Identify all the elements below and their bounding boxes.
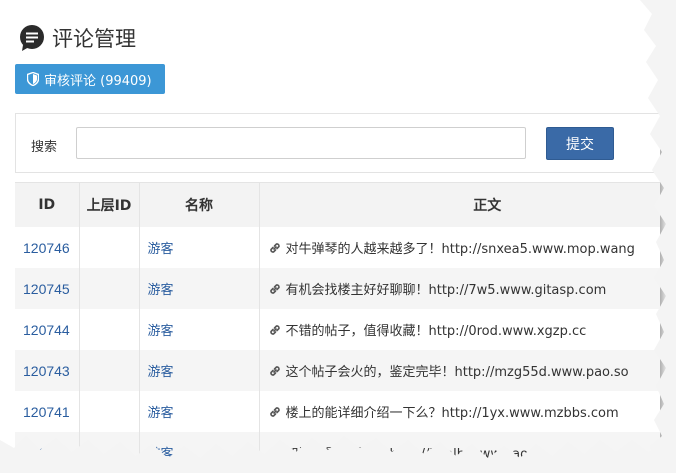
- author-link[interactable]: 游客: [138, 309, 259, 350]
- link-icon: [269, 284, 280, 294]
- comment-body-text: 不错的帖子，值得收藏！http://0rod.www.xgzp.cc: [285, 324, 587, 339]
- link-icon: [269, 325, 280, 335]
- comment-body-text: 知识就是力量啊！http://k8alb.www.pao.so: [285, 447, 547, 462]
- comment-body-text: 有机会找楼主好好聊聊！http://7w5.www.gitasp.com: [285, 283, 607, 298]
- column-header-parent-id[interactable]: 上层ID: [78, 182, 139, 227]
- column-header-name[interactable]: 名称: [138, 182, 259, 227]
- comment-body-text: 对牛弹琴的人越来越多了！http://snxea5.www.mop.wang: [285, 242, 635, 257]
- parent-id-cell: [78, 309, 139, 350]
- author-link[interactable]: 游客: [138, 350, 259, 391]
- table-row: 120746 游客 对牛弹琴的人越来越多了！http://snxea5.www.…: [15, 227, 660, 268]
- table-row: 120744 游客 不错的帖子，值得收藏！http://0rod.www.xgz…: [15, 309, 660, 350]
- comment-body-text: 这个帖子会火的，鉴定完毕！http://mzg55d.www.pao.so: [285, 365, 629, 380]
- comment-id-link[interactable]: 120745: [15, 268, 79, 309]
- search-input[interactable]: [76, 127, 526, 159]
- table-row: 120740 游客 知识就是力量啊！http://k8alb.www.pao.s…: [15, 432, 660, 462]
- author-link[interactable]: 游客: [138, 227, 259, 268]
- review-comments-label: 审核评论 (99409): [44, 73, 152, 89]
- comment-body-cell[interactable]: 对牛弹琴的人越来越多了！http://snxea5.www.mop.wang: [258, 227, 660, 268]
- comment-id-link[interactable]: 120743: [15, 350, 79, 391]
- parent-id-cell: [78, 432, 139, 462]
- link-icon: [269, 448, 280, 458]
- table-row: 120741 游客 楼上的能详细介绍一下么？http://1yx.www.mzb…: [15, 391, 660, 432]
- parent-id-cell: [78, 227, 139, 268]
- table-header-row: ID 上层ID 名称 正文: [15, 182, 660, 227]
- search-panel: 搜索 提交: [15, 113, 660, 173]
- author-link[interactable]: 游客: [138, 432, 259, 462]
- page-header: 评论管理: [18, 22, 136, 54]
- shield-icon: [27, 72, 39, 86]
- page-canvas: 评论管理 审核评论 (99409) 搜索 提交 ID 上层ID 名称 正文 12…: [0, 0, 660, 462]
- table-row: 120745 游客 有机会找楼主好好聊聊！http://7w5.www.gita…: [15, 268, 660, 309]
- comment-body-cell[interactable]: 楼上的能详细介绍一下么？http://1yx.www.mzbbs.com: [258, 391, 660, 432]
- author-link[interactable]: 游客: [138, 268, 259, 309]
- parent-id-cell: [78, 350, 139, 391]
- link-icon: [269, 243, 280, 253]
- comment-body-cell[interactable]: 这个帖子会火的，鉴定完毕！http://mzg55d.www.pao.so: [258, 350, 660, 391]
- column-header-body[interactable]: 正文: [258, 182, 660, 227]
- comment-id-link[interactable]: 120741: [15, 391, 79, 432]
- comment-id-link[interactable]: 120740: [15, 432, 79, 462]
- table-row: 120743 游客 这个帖子会火的，鉴定完毕！http://mzg55d.www…: [15, 350, 660, 391]
- comment-id-link[interactable]: 120746: [15, 227, 79, 268]
- comment-body-cell[interactable]: 不错的帖子，值得收藏！http://0rod.www.xgzp.cc: [258, 309, 660, 350]
- link-icon: [269, 407, 280, 417]
- submit-button[interactable]: 提交: [546, 127, 614, 160]
- comment-icon: [18, 24, 46, 52]
- comment-body-text: 楼上的能详细介绍一下么？http://1yx.www.mzbbs.com: [285, 406, 619, 421]
- search-label: 搜索: [31, 140, 58, 155]
- comments-table: ID 上层ID 名称 正文 120746 游客 对牛弹琴的人越来越多了！http…: [15, 182, 660, 462]
- comment-id-link[interactable]: 120744: [15, 309, 79, 350]
- comment-body-cell[interactable]: 知识就是力量啊！http://k8alb.www.pao.so: [258, 432, 660, 462]
- column-header-id[interactable]: ID: [15, 182, 79, 227]
- author-link[interactable]: 游客: [138, 391, 259, 432]
- page-title: 评论管理: [52, 27, 136, 51]
- parent-id-cell: [78, 268, 139, 309]
- link-icon: [269, 366, 280, 376]
- comment-body-cell[interactable]: 有机会找楼主好好聊聊！http://7w5.www.gitasp.com: [258, 268, 660, 309]
- review-comments-button[interactable]: 审核评论 (99409): [15, 64, 165, 94]
- parent-id-cell: [78, 391, 139, 432]
